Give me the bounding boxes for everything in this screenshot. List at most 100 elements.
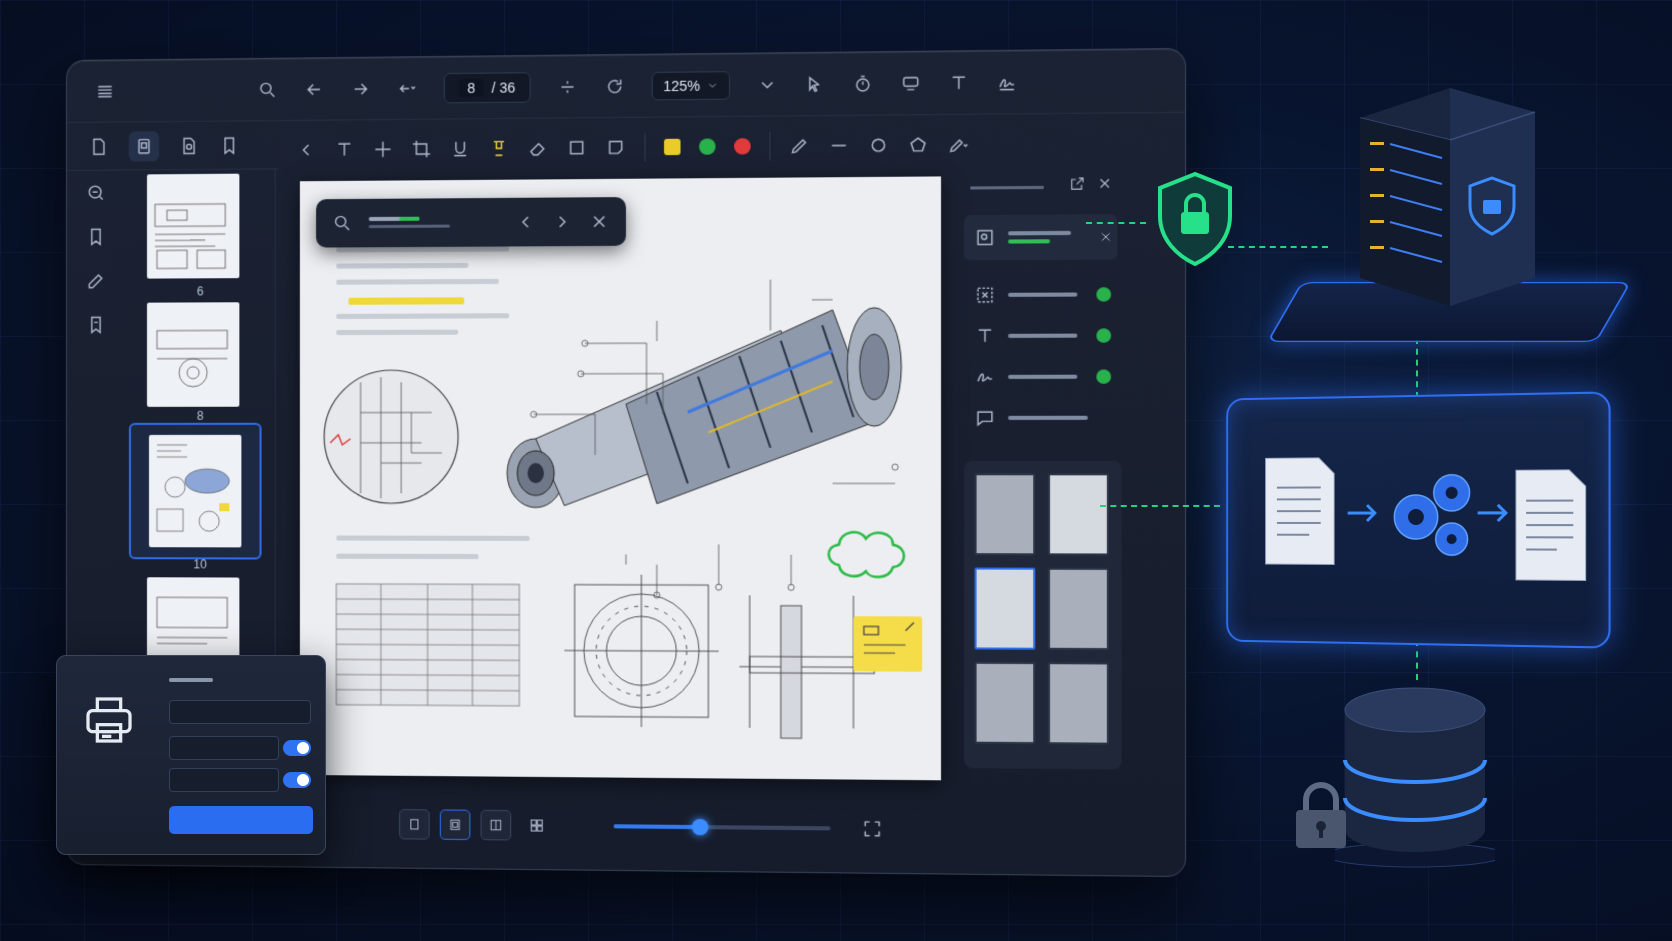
pen-icon[interactable] — [789, 136, 810, 157]
connector-line — [1228, 246, 1328, 248]
page-grid-thumb[interactable] — [974, 661, 1036, 745]
page-grid-thumb[interactable] — [1047, 567, 1109, 651]
comment-item[interactable] — [964, 317, 1117, 354]
document-icon — [1266, 458, 1335, 565]
stamp-icon[interactable] — [900, 73, 921, 94]
search-icon[interactable] — [332, 213, 352, 233]
gears-icon — [1394, 475, 1469, 556]
zoom-slider[interactable] — [613, 818, 831, 836]
search-icon[interactable] — [258, 79, 278, 99]
toolbar-separator — [769, 131, 771, 161]
zoom-slider-knob[interactable] — [691, 818, 708, 836]
thumbnails-tab-icon[interactable] — [128, 130, 160, 161]
signature-icon[interactable] — [996, 72, 1017, 93]
find-bar[interactable] — [316, 197, 626, 248]
underline-icon[interactable] — [450, 139, 470, 159]
page-thumbnail-selected[interactable] — [148, 434, 242, 548]
yellow-color-swatch[interactable] — [664, 138, 681, 156]
option-field[interactable] — [169, 736, 279, 760]
rotate-icon[interactable] — [605, 76, 626, 97]
page-thumbnail[interactable] — [146, 302, 240, 407]
two-page-view-button[interactable] — [480, 809, 512, 841]
chevron-left-icon[interactable] — [515, 212, 535, 232]
option-field[interactable] — [169, 768, 279, 792]
fullscreen-icon[interactable] — [862, 818, 883, 839]
note-icon[interactable] — [605, 137, 626, 157]
move-icon[interactable] — [373, 139, 393, 159]
zoom-select[interactable]: 125% — [651, 70, 731, 100]
eraser-icon[interactable] — [528, 138, 548, 158]
comment-icon — [975, 408, 996, 429]
back-arrow-icon[interactable] — [304, 79, 324, 99]
highlighter-icon[interactable] — [489, 138, 509, 158]
server-icon — [1359, 88, 1536, 306]
thumbnail-page-number: 6 — [196, 284, 204, 299]
bookmark-icon[interactable] — [219, 135, 239, 155]
chevron-right-icon[interactable] — [552, 212, 572, 232]
pen-dropdown-icon[interactable] — [947, 134, 968, 155]
comment-item[interactable] — [964, 399, 1117, 436]
document-canvas[interactable] — [299, 176, 942, 781]
engineering-drawing — [300, 176, 923, 780]
toolbar-spacer — [141, 90, 231, 91]
toolbar-separator — [644, 132, 646, 162]
bookmark-icon[interactable] — [86, 227, 106, 247]
fit-page-icon[interactable] — [557, 76, 577, 96]
chevron-down-icon — [706, 79, 718, 91]
current-page-input[interactable]: 8 — [459, 78, 484, 97]
option-toggle[interactable] — [283, 772, 311, 788]
view-controls — [399, 799, 1124, 857]
popout-icon[interactable] — [1069, 175, 1086, 192]
frame-icon[interactable] — [566, 138, 587, 158]
menu-icon[interactable] — [95, 81, 115, 101]
text-tool-icon[interactable] — [334, 140, 354, 160]
text-tool-icon[interactable] — [948, 72, 969, 93]
line-icon[interactable] — [828, 135, 849, 156]
option-toggle[interactable] — [283, 740, 311, 756]
polygon-icon[interactable] — [908, 135, 929, 156]
print-dialog[interactable] — [56, 655, 326, 855]
timer-icon[interactable] — [852, 73, 873, 94]
page-grid-thumb[interactable] — [974, 473, 1036, 556]
edit-icon[interactable] — [86, 271, 106, 291]
fit-page-view-button[interactable] — [439, 809, 471, 841]
close-icon[interactable] — [589, 211, 610, 231]
page-grid-thumb[interactable] — [1047, 662, 1109, 745]
panel-title-bar — [970, 185, 1044, 190]
connector-line — [1100, 505, 1220, 507]
page-grid-thumb-selected[interactable] — [974, 567, 1036, 650]
thumbnail-page-number: 8 — [196, 408, 204, 423]
close-icon[interactable] — [1096, 175, 1113, 192]
chevron-down-icon[interactable] — [757, 74, 778, 95]
circle-icon[interactable] — [868, 135, 889, 156]
bookmark-outline-icon[interactable] — [86, 315, 106, 335]
close-icon[interactable] — [1098, 230, 1113, 244]
grid-view-button[interactable] — [521, 810, 552, 841]
document-icon[interactable] — [89, 136, 109, 156]
attachments-icon[interactable] — [179, 135, 199, 155]
green-color-swatch[interactable] — [699, 138, 716, 155]
page-navigator[interactable]: 8 / 36 — [443, 71, 531, 103]
signature-icon — [975, 367, 996, 388]
page-grid-thumb[interactable] — [1047, 473, 1109, 556]
printer-select[interactable] — [169, 700, 311, 724]
red-color-swatch[interactable] — [734, 138, 751, 155]
text-tool-icon — [975, 326, 996, 347]
pointer-icon[interactable] — [805, 74, 826, 95]
search-query-input[interactable] — [368, 214, 499, 231]
thumbnail-page-number: 10 — [193, 557, 207, 572]
zoom-value: 125% — [663, 77, 701, 94]
page-thumbnail[interactable] — [146, 173, 240, 279]
print-button[interactable] — [169, 806, 313, 834]
check-icon — [1096, 369, 1112, 384]
forward-arrow-icon[interactable] — [350, 78, 370, 98]
history-dropdown-icon[interactable] — [397, 78, 417, 98]
chevron-left-icon[interactable] — [296, 140, 316, 160]
comment-item[interactable] — [964, 358, 1117, 395]
document-icon — [1516, 470, 1586, 581]
check-icon — [1096, 287, 1112, 302]
zoom-icon[interactable] — [86, 183, 106, 203]
comment-item[interactable] — [964, 276, 1117, 314]
single-page-view-button[interactable] — [399, 809, 430, 840]
crop-icon[interactable] — [411, 139, 431, 159]
